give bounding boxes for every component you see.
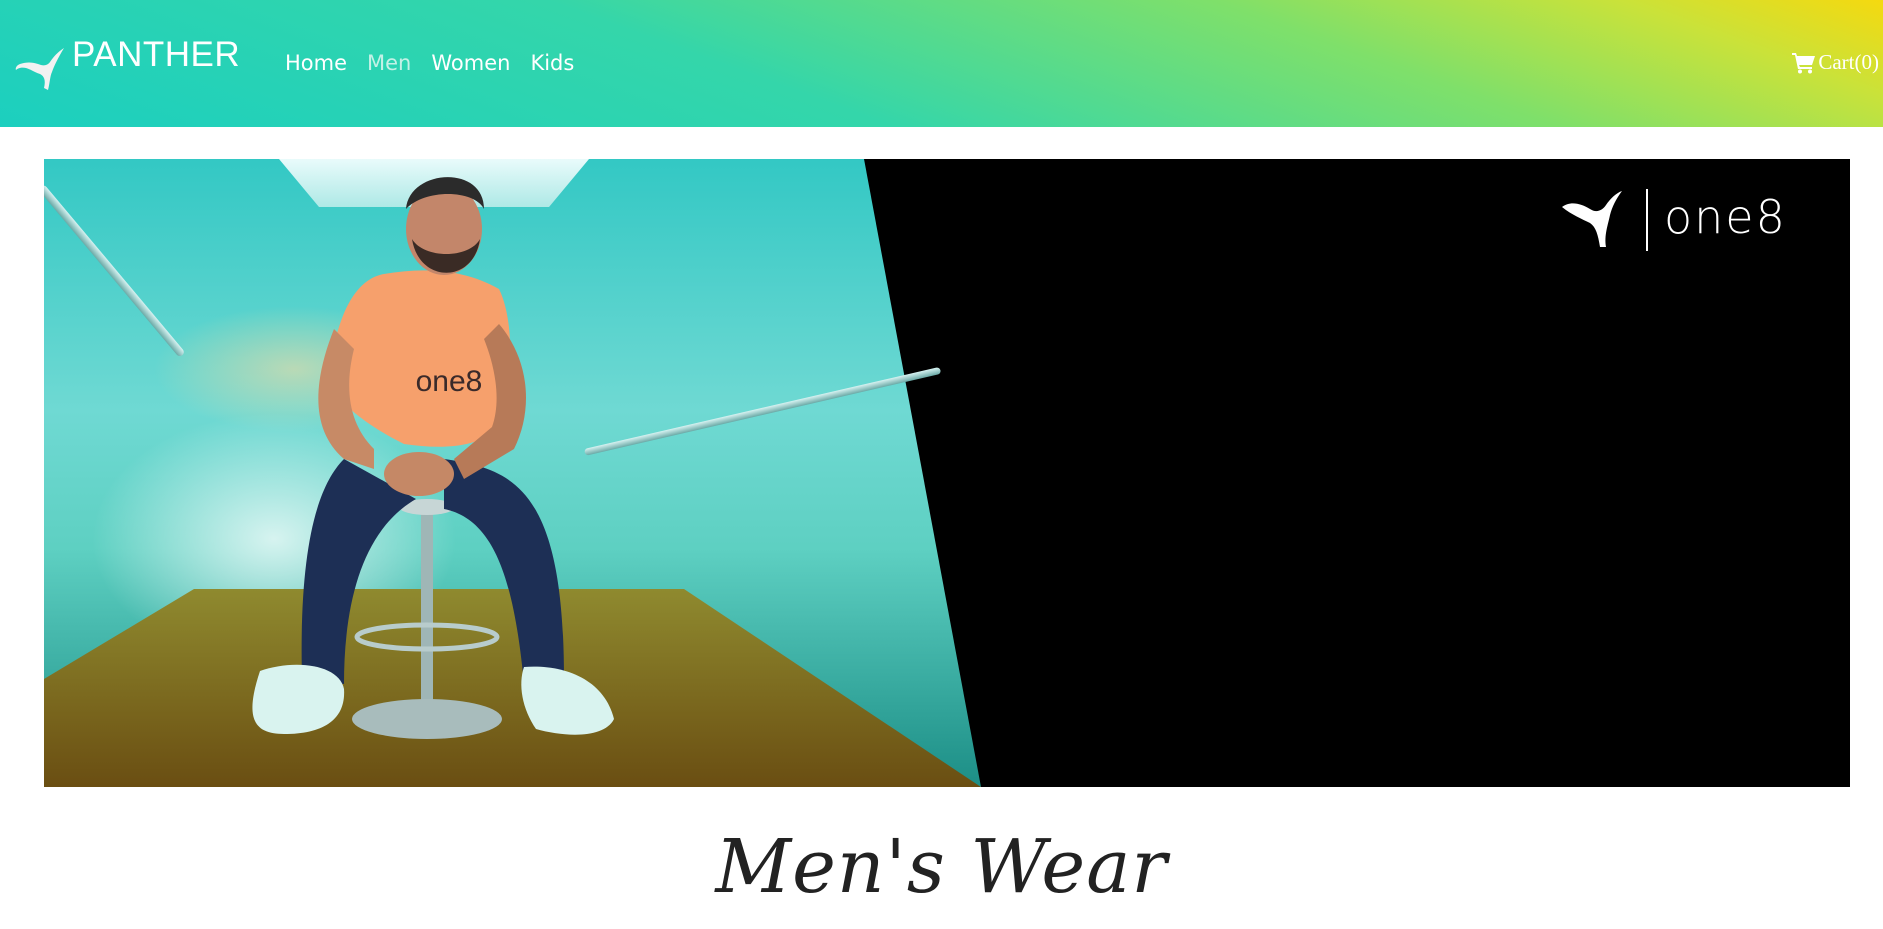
- panther-logo-icon: [15, 48, 65, 90]
- nav-link-women[interactable]: Women: [431, 48, 510, 78]
- puma-one8-logo: one8: [1562, 189, 1787, 251]
- nav-link-home[interactable]: Home: [285, 48, 347, 78]
- model-figure-image: one8: [252, 177, 614, 739]
- nav-link-men[interactable]: Men: [367, 48, 411, 78]
- main-nav: Home Men Women Kids: [285, 48, 594, 78]
- hero-banner[interactable]: one8 one8: [44, 159, 1850, 787]
- nav-link-kids[interactable]: Kids: [530, 48, 574, 78]
- cart-button[interactable]: Cart(0): [1792, 50, 1879, 75]
- shopping-cart-icon: [1792, 52, 1816, 73]
- puma-cat-icon: [1562, 191, 1622, 247]
- brand-name: PANTHER: [72, 35, 241, 74]
- top-navbar: PANTHER Home Men Women Kids Cart(0): [0, 0, 1883, 127]
- shirt-print-text: one8: [416, 365, 483, 398]
- cart-label: Cart(0): [1818, 50, 1879, 74]
- one8-logo-text: one8: [1664, 190, 1787, 244]
- page-title: Men's Wear: [715, 824, 1168, 910]
- brand-home-link[interactable]: PANTHER: [14, 34, 240, 94]
